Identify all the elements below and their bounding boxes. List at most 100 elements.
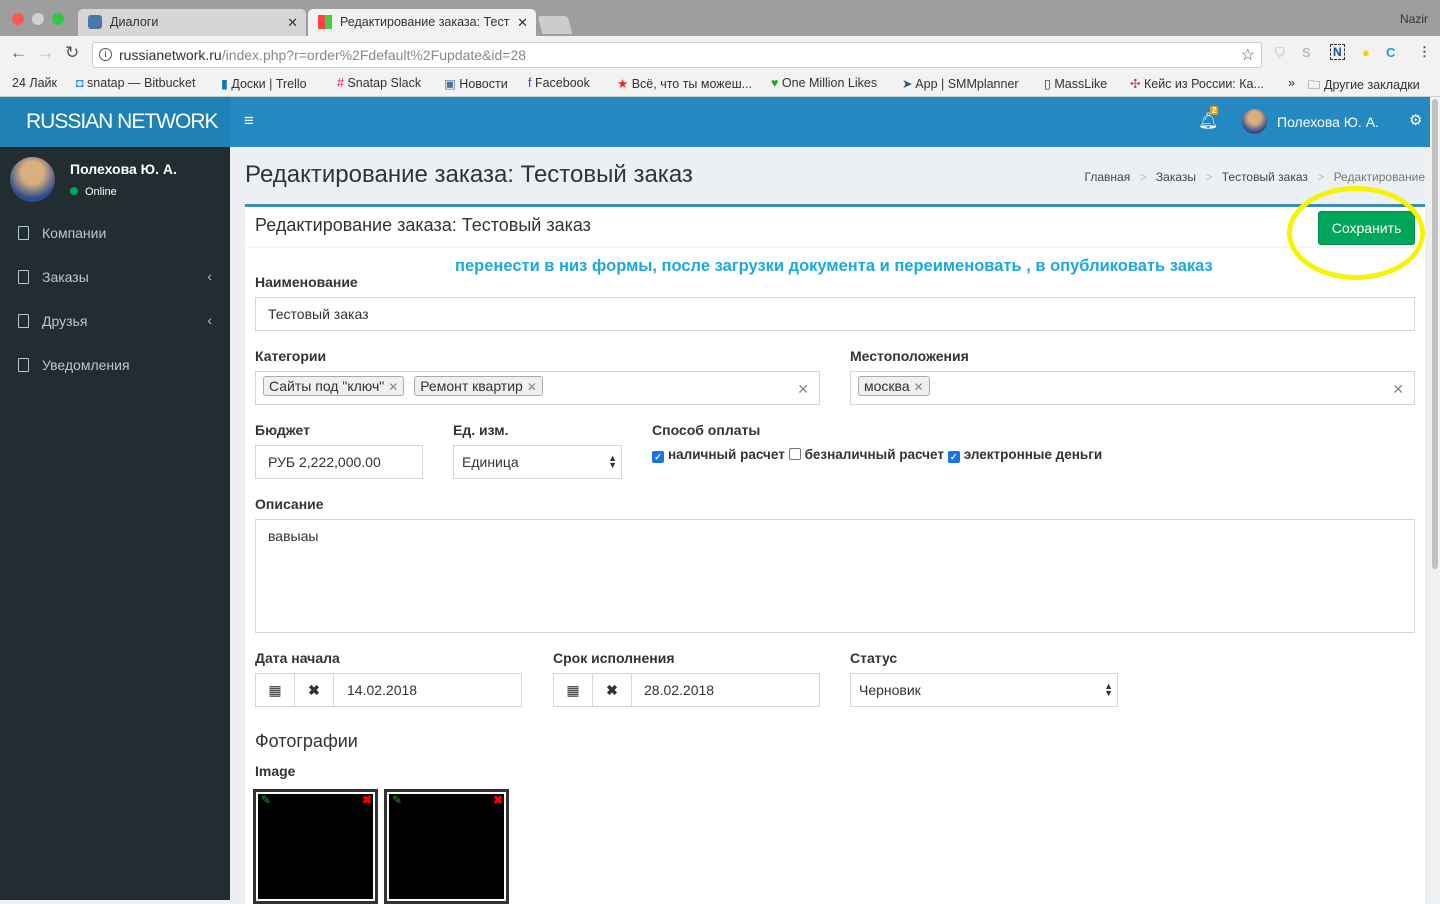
budget-label: Бюджет — [255, 422, 310, 438]
locations-label: Местоположения — [850, 348, 969, 364]
delete-icon[interactable]: ✖ — [493, 793, 503, 807]
status-select[interactable]: Черновик ▲ ▼ — [850, 673, 1118, 707]
description-textarea[interactable]: вавыаы — [255, 519, 1415, 633]
payment-cash-checkbox[interactable]: ✓ наличный расчет — [652, 447, 785, 463]
start-date-input[interactable]: ▦ ✖ 14.02.2018 — [255, 673, 522, 707]
forward-icon[interactable]: → — [37, 43, 54, 63]
remove-tag-icon[interactable]: ✕ — [388, 380, 398, 394]
bookmark-item[interactable]: 24 Лайк — [12, 76, 57, 90]
nav-label: Уведомления — [42, 357, 130, 373]
photo-thumbnail[interactable]: ✎ ✖ — [384, 789, 509, 904]
menu-dots-icon[interactable]: ⋮ — [1418, 44, 1431, 60]
nav-label: Заказы — [42, 269, 89, 285]
tab-title: Редактирование заказа: Тест — [340, 15, 510, 29]
site-favicon-icon — [318, 15, 332, 29]
new-tab-button[interactable] — [537, 16, 573, 34]
sidebar-item-notifications[interactable]: Уведомления — [0, 344, 230, 388]
sidebar-user-name: Полехова Ю. А. — [70, 161, 177, 177]
calendar-icon[interactable]: ▦ — [256, 674, 295, 706]
settings-gears-icon[interactable]: ⚙ — [1409, 111, 1422, 129]
close-window-button[interactable] — [12, 13, 24, 25]
payment-emoney-checkbox[interactable]: ✓ электронные деньги — [947, 447, 1102, 463]
bookmark-item[interactable]: ✣ Кейс из России: Ка... — [1130, 76, 1264, 91]
unit-select[interactable]: Единица ▲ ▼ — [453, 445, 622, 479]
categories-label: Категории — [255, 348, 327, 364]
tab-edit-order[interactable]: Редактирование заказа: Тест ✕ — [308, 9, 536, 36]
remove-tag-icon[interactable]: ✕ — [527, 380, 537, 394]
name-input[interactable]: Тестовый заказ — [255, 297, 1415, 331]
category-tag: Ремонт квартир ✕ — [414, 376, 543, 396]
edit-pencil-icon[interactable]: ✎ — [392, 793, 402, 807]
location-tag: москва ✕ — [858, 376, 930, 396]
bookmark-item[interactable]: ▣ Новости — [444, 76, 508, 91]
status-label: Статус — [850, 650, 898, 666]
scrollbar-thumb[interactable] — [1432, 99, 1438, 569]
photo-thumbnail[interactable]: ✎ ✖ — [253, 789, 378, 904]
notification-badge: 2 — [1210, 106, 1219, 115]
bookmarks-bar: 24 Лайк ◘ snatap — Bitbucket ▮ Доски | T… — [0, 72, 1440, 97]
breadcrumb-orders[interactable]: Заказы — [1156, 170, 1196, 184]
bookmark-item[interactable]: # Snatap Slack — [337, 76, 421, 90]
browser-tab-bar: Диалоги ✕ Редактирование заказа: Тест ✕ … — [0, 0, 1440, 36]
maximize-window-button[interactable] — [52, 13, 64, 25]
calendar-icon[interactable]: ▦ — [554, 674, 593, 706]
extension-c-icon[interactable]: C — [1386, 45, 1395, 60]
close-tab-icon[interactable]: ✕ — [287, 15, 298, 31]
bookmark-item[interactable]: ◘ snatap — Bitbucket — [76, 76, 195, 90]
bookmarks-overflow[interactable]: » — [1288, 76, 1295, 90]
extension-n-icon[interactable]: N — [1330, 44, 1345, 60]
user-menu[interactable]: Полехова Ю. А. — [1277, 114, 1379, 130]
locations-select[interactable]: москва ✕ ✕ — [850, 371, 1415, 405]
bookmark-item[interactable]: ▯ MassLike — [1044, 76, 1107, 91]
reload-icon[interactable]: ↻ — [65, 43, 79, 63]
info-icon[interactable]: i — [99, 48, 112, 61]
extension-shield-icon[interactable]: ⛉ — [1275, 45, 1285, 61]
box-title: Редактирование заказа: Тестовый заказ — [255, 215, 591, 235]
clear-icon[interactable]: ✕ — [1392, 381, 1404, 398]
annotation-note: перенести в низ формы, после загрузки до… — [455, 257, 1213, 275]
page-scrollbar[interactable] — [1430, 97, 1440, 900]
extension-bulb-icon[interactable]: ● — [1362, 45, 1370, 60]
extension-skype-icon[interactable]: S — [1302, 45, 1311, 60]
back-icon[interactable]: ← — [10, 43, 27, 63]
clear-date-icon[interactable]: ✖ — [593, 674, 632, 706]
sidebar-toggle-icon[interactable]: ≡ — [244, 111, 254, 131]
bookmark-item[interactable]: ➤ App | SMMplanner — [902, 76, 1019, 91]
breadcrumb-home[interactable]: Главная — [1085, 170, 1131, 184]
delete-icon[interactable]: ✖ — [362, 793, 372, 807]
chevron-left-icon: ‹ — [207, 312, 212, 328]
minimize-window-button[interactable] — [32, 13, 44, 25]
bookmark-item[interactable]: f Facebook — [528, 76, 590, 90]
remove-tag-icon[interactable]: ✕ — [914, 380, 924, 394]
breadcrumb: Главная > Заказы > Тестовый заказ > Реда… — [1084, 170, 1425, 184]
avatar[interactable] — [1242, 109, 1267, 134]
sidebar-item-companies[interactable]: Компании — [0, 212, 230, 256]
bookmark-star-icon[interactable]: ☆ — [1241, 45, 1255, 65]
file-code-icon — [18, 314, 29, 328]
bookmark-item[interactable]: ♥ One Million Likes — [771, 76, 877, 90]
edit-pencil-icon[interactable]: ✎ — [261, 793, 271, 807]
select-arrows-icon: ▲ ▼ — [608, 453, 617, 470]
due-date-input[interactable]: ▦ ✖ 28.02.2018 — [553, 673, 820, 707]
nav-label: Друзья — [42, 313, 88, 329]
bookmark-item[interactable]: ★ Всё, что ты можеш... — [617, 76, 752, 91]
breadcrumb-order[interactable]: Тестовый заказ — [1222, 170, 1308, 184]
other-bookmarks-folder[interactable]: 🗀 Другие закладки — [1308, 76, 1420, 97]
clear-icon[interactable]: ✕ — [797, 381, 809, 398]
budget-input[interactable]: РУБ 2,222,000.00 — [255, 445, 423, 479]
bookmark-item[interactable]: ▮ Доски | Trello — [221, 76, 307, 91]
breadcrumb-current: Редактирование — [1333, 170, 1425, 184]
payment-cashless-checkbox[interactable]: безналичный расчет — [788, 447, 944, 462]
url-input[interactable]: i russianetwork.ru/index.php?r=order%2Fd… — [92, 42, 1262, 68]
sidebar-item-friends[interactable]: Друзья ‹ — [0, 300, 230, 344]
clear-date-icon[interactable]: ✖ — [295, 674, 334, 706]
categories-select[interactable]: Сайты под "ключ" ✕ Ремонт квартир ✕ ✕ — [255, 371, 820, 405]
profile-name[interactable]: Nazir — [1400, 12, 1428, 26]
close-tab-icon[interactable]: ✕ — [514, 15, 528, 31]
app-header: RUSSIAN NETWORK ≡ 🔔︎ 2 Полехова Ю. А. ⚙ — [0, 97, 1430, 147]
logo[interactable]: RUSSIAN NETWORK — [0, 97, 230, 147]
sidebar-avatar — [10, 157, 55, 202]
sidebar-item-orders[interactable]: Заказы ‹ — [0, 256, 230, 300]
tab-title: Диалоги — [110, 15, 159, 29]
tab-dialogs[interactable]: Диалоги ✕ — [78, 9, 306, 36]
